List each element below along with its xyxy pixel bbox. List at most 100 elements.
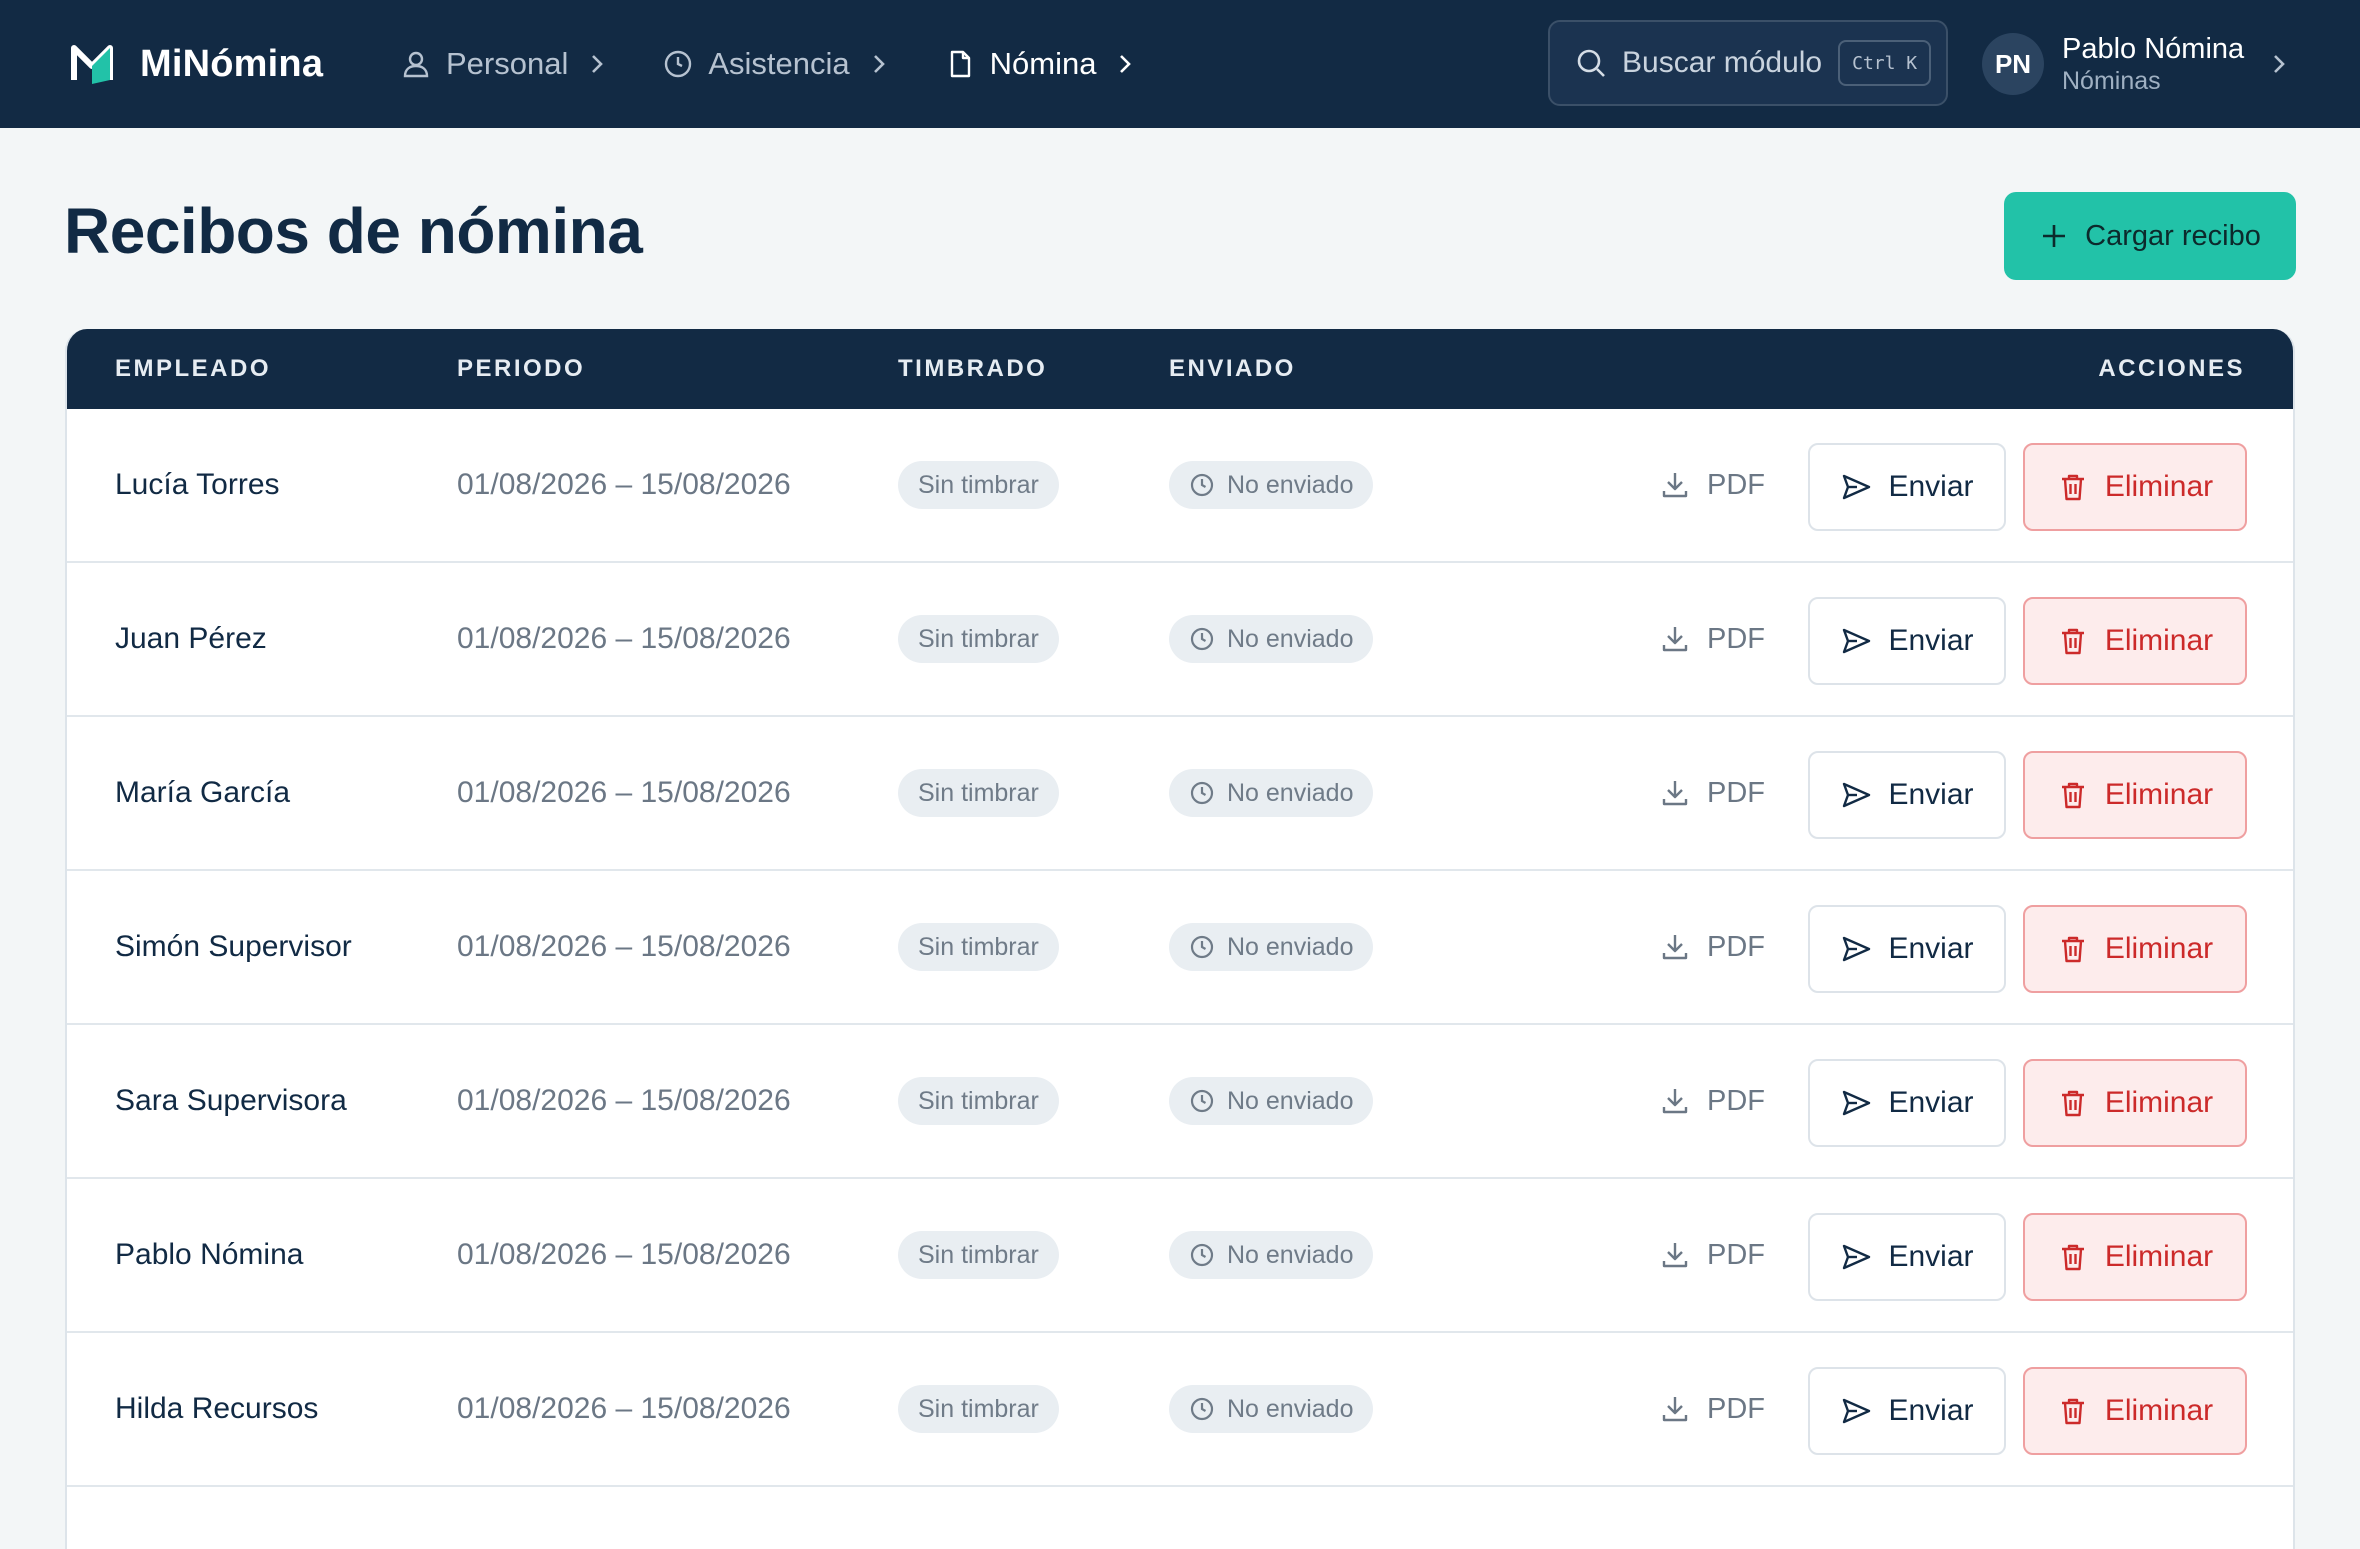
download-icon bbox=[1659, 1393, 1691, 1425]
clock-icon bbox=[1189, 1088, 1215, 1114]
upload-receipt-button[interactable]: Cargar recibo bbox=[2004, 192, 2296, 280]
send-button[interactable]: Enviar bbox=[1808, 597, 2006, 685]
sent-status-badge: No enviado bbox=[1169, 1231, 1374, 1279]
download-icon bbox=[1659, 1239, 1691, 1271]
stamp-status-badge: Sin timbrar bbox=[898, 1385, 1059, 1433]
period: 01/08/2026 – 15/08/2026 bbox=[457, 1084, 791, 1117]
send-button-label: Enviar bbox=[1888, 1086, 1974, 1119]
send-button[interactable]: Enviar bbox=[1808, 443, 2006, 531]
trash-icon bbox=[2057, 1241, 2089, 1273]
download-pdf-button[interactable]: PDF bbox=[1659, 717, 1765, 869]
period: 01/08/2026 – 15/08/2026 bbox=[457, 1238, 791, 1271]
stamp-status-label: Sin timbrar bbox=[918, 470, 1039, 499]
send-icon bbox=[1840, 779, 1872, 811]
sent-status-badge: No enviado bbox=[1169, 1385, 1374, 1433]
send-button[interactable]: Enviar bbox=[1808, 905, 2006, 993]
send-button-label: Enviar bbox=[1888, 1394, 1974, 1427]
column-header-timbrado[interactable]: TIMBRADO bbox=[898, 329, 1047, 409]
sent-status-label: No enviado bbox=[1227, 932, 1354, 961]
delete-button[interactable]: Eliminar bbox=[2023, 751, 2247, 839]
period: 01/08/2026 – 15/08/2026 bbox=[457, 930, 791, 963]
nav-item-nomina[interactable]: Nómina bbox=[944, 34, 1139, 94]
download-pdf-button[interactable]: PDF bbox=[1659, 1333, 1765, 1485]
clock-icon bbox=[1189, 780, 1215, 806]
nav-item-asistencia[interactable]: Asistencia bbox=[662, 34, 891, 94]
delete-button[interactable]: Eliminar bbox=[2023, 905, 2247, 993]
send-button-label: Enviar bbox=[1888, 778, 1974, 811]
send-button-label: Enviar bbox=[1888, 470, 1974, 503]
employee-name: Hilda Recursos bbox=[115, 1392, 319, 1425]
send-button[interactable]: Enviar bbox=[1808, 1367, 2006, 1455]
send-icon bbox=[1840, 933, 1872, 965]
delete-button-label: Eliminar bbox=[2104, 624, 2214, 657]
clock-icon bbox=[1189, 626, 1215, 652]
table-row: Lucía Torres 01/08/2026 – 15/08/2026 Sin… bbox=[67, 409, 2293, 563]
send-icon bbox=[1840, 1241, 1872, 1273]
chevron-right-icon bbox=[866, 51, 892, 77]
send-button-label: Enviar bbox=[1888, 1240, 1974, 1273]
nav-item-label: Asistencia bbox=[708, 46, 850, 81]
trash-icon bbox=[2057, 779, 2089, 811]
trash-icon bbox=[2057, 1087, 2089, 1119]
table-row: María García 01/08/2026 – 15/08/2026 Sin… bbox=[67, 717, 2293, 871]
clock-icon bbox=[1189, 1396, 1215, 1422]
download-pdf-label: PDF bbox=[1707, 1084, 1765, 1117]
sent-status-label: No enviado bbox=[1227, 778, 1354, 807]
user-menu[interactable]: PN Pablo Nómina Nóminas bbox=[1982, 0, 2292, 128]
download-icon bbox=[1659, 931, 1691, 963]
send-button-label: Enviar bbox=[1888, 624, 1974, 657]
period: 01/08/2026 – 15/08/2026 bbox=[457, 468, 791, 501]
module-search[interactable]: Buscar módulo Ctrl K bbox=[1548, 20, 1948, 106]
stamp-status-badge: Sin timbrar bbox=[898, 1077, 1059, 1125]
send-icon bbox=[1840, 1395, 1872, 1427]
send-button[interactable]: Enviar bbox=[1808, 751, 2006, 839]
employee-name: Pablo Nómina bbox=[115, 1238, 304, 1271]
nav-item-personal[interactable]: Personal bbox=[400, 34, 610, 94]
stamp-status-label: Sin timbrar bbox=[918, 1394, 1039, 1423]
delete-button[interactable]: Eliminar bbox=[2023, 597, 2247, 685]
stamp-status-label: Sin timbrar bbox=[918, 1240, 1039, 1269]
send-icon bbox=[1840, 625, 1872, 657]
download-pdf-button[interactable]: PDF bbox=[1659, 1025, 1765, 1177]
download-pdf-button[interactable]: PDF bbox=[1659, 1179, 1765, 1331]
chevron-right-icon bbox=[1112, 51, 1138, 77]
download-pdf-button[interactable]: PDF bbox=[1659, 871, 1765, 1023]
period: 01/08/2026 – 15/08/2026 bbox=[457, 1392, 791, 1425]
stamp-status-label: Sin timbrar bbox=[918, 1086, 1039, 1115]
column-header-acciones: ACCIONES bbox=[2098, 355, 2245, 382]
delete-button[interactable]: Eliminar bbox=[2023, 1367, 2247, 1455]
user-name: Pablo Nómina bbox=[2062, 33, 2245, 65]
sent-status-badge: No enviado bbox=[1169, 615, 1374, 663]
send-button[interactable]: Enviar bbox=[1808, 1213, 2006, 1301]
download-pdf-button[interactable]: PDF bbox=[1659, 409, 1765, 561]
document-icon bbox=[944, 48, 976, 80]
clock-icon bbox=[662, 48, 694, 80]
sent-status-badge: No enviado bbox=[1169, 461, 1374, 509]
download-pdf-button[interactable]: PDF bbox=[1659, 563, 1765, 715]
delete-button-label: Eliminar bbox=[2104, 778, 2214, 811]
column-header-enviado[interactable]: ENVIADO bbox=[1169, 329, 1296, 409]
user-role: Nóminas bbox=[2062, 67, 2161, 95]
send-button[interactable]: Enviar bbox=[1808, 1059, 2006, 1147]
brand[interactable]: MiNómina bbox=[70, 0, 323, 128]
chevron-right-icon bbox=[2266, 51, 2292, 77]
column-header-periodo[interactable]: PERIODO bbox=[457, 329, 585, 409]
delete-button[interactable]: Eliminar bbox=[2023, 1059, 2247, 1147]
column-header-empleado[interactable]: EMPLEADO bbox=[115, 329, 271, 409]
sent-status-label: No enviado bbox=[1227, 1394, 1354, 1423]
nav-item-label: Nómina bbox=[989, 46, 1097, 81]
nav-item-label: Personal bbox=[446, 46, 569, 81]
upload-receipt-label: Cargar recibo bbox=[2085, 219, 2261, 252]
trash-icon bbox=[2057, 625, 2089, 657]
sent-status-badge: No enviado bbox=[1169, 1077, 1374, 1125]
sent-status-label: No enviado bbox=[1227, 624, 1354, 653]
table-body: Lucía Torres 01/08/2026 – 15/08/2026 Sin… bbox=[67, 409, 2293, 1487]
delete-button[interactable]: Eliminar bbox=[2023, 1213, 2247, 1301]
period: 01/08/2026 – 15/08/2026 bbox=[457, 776, 791, 809]
delete-button-label: Eliminar bbox=[2104, 470, 2214, 503]
avatar: PN bbox=[1982, 33, 2044, 95]
delete-button[interactable]: Eliminar bbox=[2023, 443, 2247, 531]
sent-status-badge: No enviado bbox=[1169, 923, 1374, 971]
clock-icon bbox=[1189, 934, 1215, 960]
employee-name: Simón Supervisor bbox=[115, 930, 352, 963]
